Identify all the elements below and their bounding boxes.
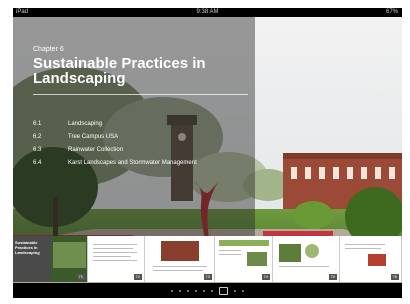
page-number: 75 xyxy=(328,274,337,280)
ipad-screen: iPad 9:38 AM 67% Chapter 6 Sustainable P… xyxy=(13,8,402,298)
thumbnail-image xyxy=(53,242,86,268)
page-number: 76 xyxy=(390,274,399,280)
page-number: 71 xyxy=(76,274,85,280)
page-number: 73 xyxy=(203,274,212,280)
page-dot[interactable] xyxy=(195,289,197,292)
page-dot[interactable] xyxy=(203,289,205,292)
thumbnail-page-75[interactable]: 75 xyxy=(273,236,340,282)
toc-number: 6.4 xyxy=(33,160,42,166)
text-line xyxy=(345,248,381,249)
text-line xyxy=(93,244,137,245)
thumbnail-page-76[interactable]: 76 xyxy=(340,236,402,282)
battery-level: 67% xyxy=(385,9,398,15)
page-thumbnail-strip: Sustainable Practices in Landscaping 71 … xyxy=(13,236,402,282)
text-line xyxy=(93,248,133,249)
page-dot[interactable] xyxy=(242,289,244,292)
text-line xyxy=(345,244,385,245)
text-line xyxy=(93,260,137,261)
toc-title: Landscaping xyxy=(68,121,103,127)
page-dot[interactable] xyxy=(234,289,236,292)
toc-number: 6.1 xyxy=(33,121,42,127)
chapter-label: Chapter 6 xyxy=(33,46,64,53)
chapter-title: Sustainable Practices in Landscaping xyxy=(33,55,206,87)
toc-number: 6.2 xyxy=(33,134,42,140)
page-number: 74 xyxy=(261,274,270,280)
page-dot[interactable] xyxy=(211,289,213,292)
text-line xyxy=(153,270,203,271)
thumbnail-page-71[interactable]: Sustainable Practices in Landscaping 71 xyxy=(13,236,88,282)
status-bar: iPad 9:38 AM 67% xyxy=(13,8,402,17)
page-dot-active[interactable] xyxy=(219,286,228,295)
toc-number: 6.3 xyxy=(33,147,42,153)
text-line xyxy=(219,254,241,255)
text-line xyxy=(279,266,329,267)
text-line xyxy=(93,252,137,253)
toc-title: Rainwater Collection xyxy=(68,147,124,153)
thumbnail-page-74[interactable]: 74 xyxy=(215,236,273,282)
thumbnail-page-72[interactable]: 72 xyxy=(88,236,145,282)
thumbnail-page-73[interactable]: 73 xyxy=(145,236,215,282)
toc-title: Karst Landscapes and Stormwater Manageme… xyxy=(68,160,197,166)
page-indicator[interactable] xyxy=(13,284,402,298)
text-line xyxy=(93,256,131,257)
thumbnail-image xyxy=(161,241,199,261)
thumbnail-image xyxy=(247,252,267,266)
thumbnail-image xyxy=(279,244,301,262)
thumbnail-image xyxy=(219,240,269,246)
page-dot[interactable] xyxy=(187,289,189,292)
thumbnail-title: Sustainable Practices in Landscaping xyxy=(15,240,40,255)
page-dot[interactable] xyxy=(171,289,173,292)
clock: 9:38 AM xyxy=(196,9,219,15)
title-divider xyxy=(33,94,248,95)
page-dot[interactable] xyxy=(179,289,181,292)
toc-title: Tree Campus USA xyxy=(68,134,119,140)
page-number: 72 xyxy=(133,274,142,280)
text-line xyxy=(153,266,207,267)
text-line xyxy=(219,250,241,251)
thumbnail-image xyxy=(305,244,319,258)
thumbnail-image xyxy=(368,254,386,266)
